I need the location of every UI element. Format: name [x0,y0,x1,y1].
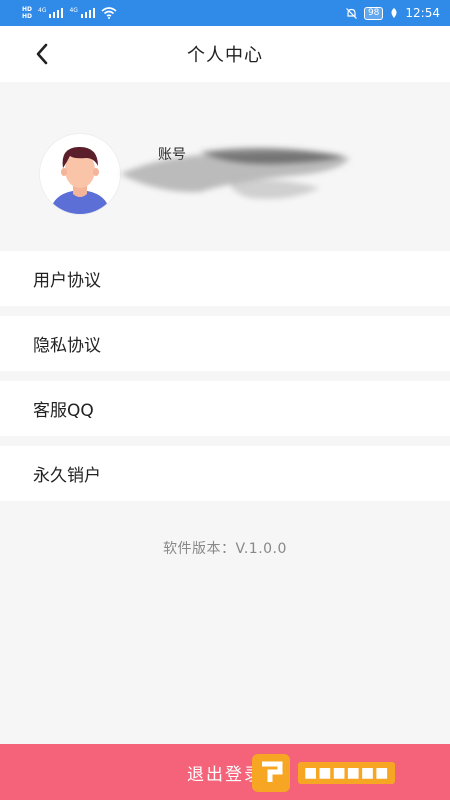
status-bar: HD HD 4G 4G 98 12:54 [0,0,450,26]
avatar-illustration [40,134,120,214]
avatar[interactable] [40,134,120,214]
app-version: 软件版本：V.1.0.0 [163,541,287,557]
menu-item-label: 永久销户 [33,466,101,486]
redacted-account-scribble [120,147,350,199]
nav-bar: 个人中心 [0,26,450,82]
watermark-logo: ■■■■■■ [250,750,445,796]
mute-icon [346,7,357,19]
sim-2-label: HD [22,13,33,20]
menu-item-label: 客服QQ [33,401,94,421]
watermark-icon [252,754,290,792]
network-type-1: 4G [38,7,47,14]
network-type-2: 4G [69,7,78,14]
back-button[interactable] [28,40,58,68]
watermark-text: ■■■■■■ [298,762,396,784]
clock: 12:54 [405,6,440,20]
battery-icon: 98 [363,6,384,20]
menu-item-label: 用户协议 [33,271,101,291]
menu-item-customer-service-qq[interactable]: 客服QQ [0,381,450,436]
menu-item-delete-account[interactable]: 永久销户 [0,446,450,501]
signal-1-icon: 4G [38,7,64,18]
status-right: 98 12:54 [345,6,440,20]
profile-section: 账号 [0,82,450,250]
menu-item-user-agreement[interactable]: 用户协议 [0,251,450,306]
menu-item-label: 隐私协议 [33,336,101,356]
status-left: HD HD 4G 4G [22,6,117,20]
wifi-icon [101,7,117,19]
page-title: 个人中心 [187,45,263,66]
back-arrow-icon [36,43,48,65]
sim-indicator: HD HD [22,6,32,20]
leaf-icon [391,8,397,18]
signal-2-icon: 4G [69,7,95,18]
menu-item-privacy-agreement[interactable]: 隐私协议 [0,316,450,371]
sim-1-label: HD [22,6,33,13]
